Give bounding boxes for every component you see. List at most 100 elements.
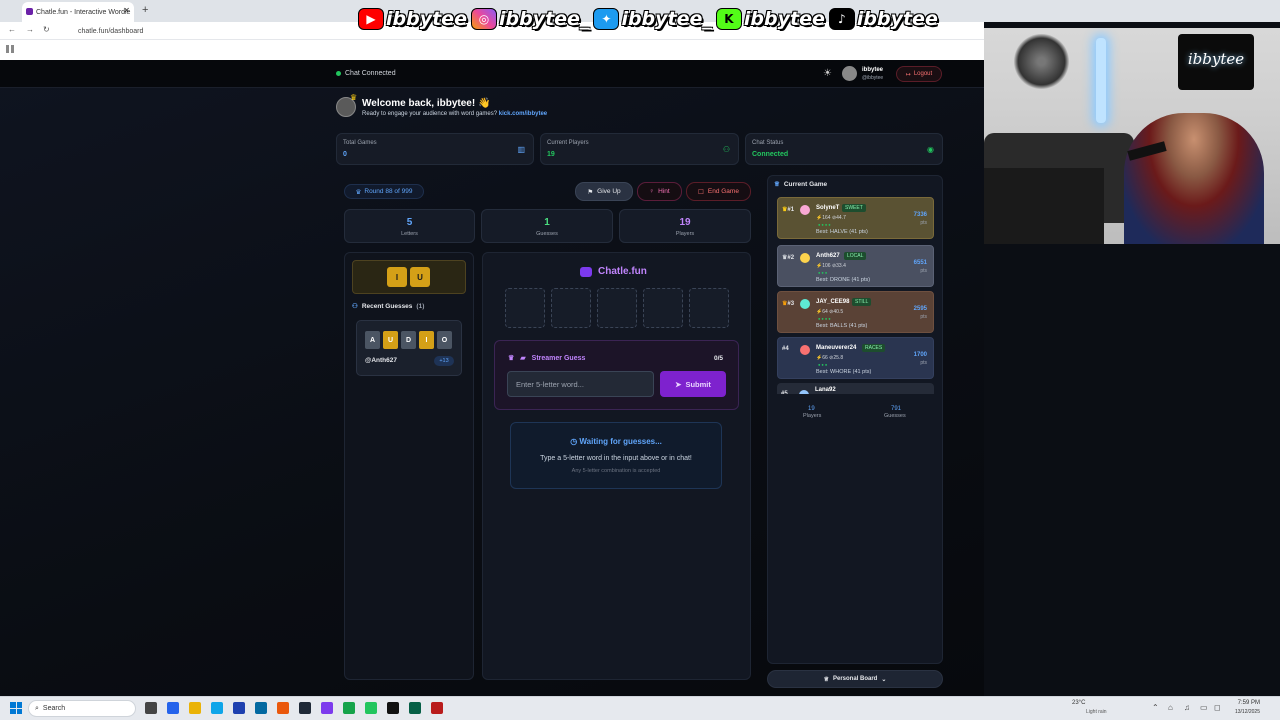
summary-guesses-count: 791	[891, 406, 902, 412]
apps-grid-icon[interactable]	[6, 45, 14, 53]
player-name: Maneuverer24	[816, 345, 857, 351]
clock-time[interactable]: 7:59 PM	[1228, 700, 1260, 706]
discord-icon[interactable]	[321, 702, 333, 714]
guess-tile: I	[419, 331, 434, 349]
leaderboard-row[interactable]: #5 Lana92	[777, 383, 934, 394]
end-game-button[interactable]: ☐ End Game	[686, 182, 751, 201]
user-handle: @ibbytee	[862, 75, 884, 81]
file-explorer-icon[interactable]	[189, 702, 201, 714]
controller-icon: ▰	[520, 355, 526, 362]
chat-status: Chat Connected	[336, 70, 396, 77]
avatar	[800, 205, 810, 215]
terminal-icon[interactable]	[409, 702, 421, 714]
forward-icon[interactable]: →	[26, 25, 34, 34]
chrome-icon[interactable]	[365, 702, 377, 714]
users-icon: ⚇	[352, 303, 358, 310]
chat-status-text: Chat Connected	[345, 70, 396, 77]
user-name: ibbytee	[862, 67, 884, 73]
clock-icon: ◷	[570, 437, 578, 446]
rank: ♛#1	[782, 206, 794, 213]
neon-sign-text: ibbytee	[1187, 50, 1245, 68]
reload-icon[interactable]: ↻	[43, 25, 50, 34]
guess-input[interactable]	[507, 371, 654, 397]
weather-temp[interactable]: 23°C	[1072, 700, 1085, 706]
user-icon: ⚇	[722, 145, 730, 154]
copilot-icon[interactable]	[167, 702, 179, 714]
webcam-overlay: ibbytee	[984, 28, 1280, 244]
spotify-icon[interactable]	[343, 702, 355, 714]
outlook-icon[interactable]	[255, 702, 267, 714]
personal-board-button[interactable]: ♕ Personal Board ⌄	[767, 670, 943, 688]
summary-players-count: 19	[808, 406, 815, 412]
logout-label: Logout	[913, 71, 933, 77]
theme-toggle-icon[interactable]: ☀	[823, 68, 832, 79]
instagram-handle: ◎ ibbytee_	[470, 8, 590, 30]
new-tab-icon[interactable]: +	[142, 4, 148, 16]
notification-icon[interactable]: ◻	[1214, 703, 1221, 712]
left-panel	[344, 252, 474, 680]
leaderboard-list[interactable]: ♛#1 SolyneT SWEET ⚡164 ⊘44.7 ●●●● Best: …	[777, 197, 935, 394]
info-label: Players	[675, 231, 695, 237]
crown-icon: ♛	[350, 93, 358, 102]
crown-icon: ♛	[508, 355, 515, 362]
close-tab-icon[interactable]: ✕	[123, 6, 130, 15]
store-icon[interactable]	[233, 702, 245, 714]
steam-icon[interactable]	[299, 702, 311, 714]
browser-tab[interactable]: Chatle.fun - Interactive Wordle ✕	[22, 2, 134, 22]
windows-start-icon[interactable]	[10, 702, 22, 714]
recent-count: (1)	[416, 302, 425, 310]
logo-icon	[580, 266, 592, 277]
tiktok-handle: ♪ ibbytee	[828, 8, 938, 30]
hint-button[interactable]: ♀ Hint	[637, 182, 682, 201]
leaderboard-row[interactable]: ♛#1 SolyneT SWEET ⚡164 ⊘44.7 ●●●● Best: …	[777, 197, 934, 239]
points-label: pts	[920, 220, 927, 226]
twitter-icon: ✦	[593, 8, 620, 30]
network-icon[interactable]: ⌂	[1168, 703, 1173, 712]
found-letters-box	[352, 260, 466, 294]
empty-tile	[689, 288, 729, 328]
instagram-text: ibbytee_	[498, 8, 590, 30]
leaderboard-row[interactable]: ♛#3 JAY_CEE98 STILL ⚡64 ⊘40.5 ●●●● Best:…	[777, 291, 934, 333]
rank: #4	[782, 346, 789, 352]
submit-button[interactable]: ➤ Submit	[660, 371, 726, 397]
leaderboard-row[interactable]: #4 Maneuverer24 RACES ⚡66 ⊘25.8 ●●● Best…	[777, 337, 934, 379]
back-icon[interactable]: ←	[8, 25, 16, 34]
avatar	[799, 390, 809, 394]
streamer-title-text: Streamer Guess	[531, 354, 586, 362]
chatle-logo: Chatle.fun	[580, 266, 647, 277]
task-view-icon[interactable]	[145, 702, 157, 714]
socials-banner: ▶ ibbytee ◎ ibbytee_ ✦ ibbytee_ Kibbytee ♪ i…	[358, 4, 938, 34]
stat-current-players: Current Players 19 ⚇	[540, 133, 739, 165]
edge-icon[interactable]	[211, 702, 223, 714]
streamer-image	[1124, 113, 1264, 244]
welcome-subtitle: Ready to engage your audience with word …	[362, 111, 547, 117]
brave-icon[interactable]	[277, 702, 289, 714]
recent-guess-user: @Anth627	[365, 357, 397, 364]
volume-icon[interactable]: ♫	[1184, 703, 1190, 712]
weather-desc: Light rain	[1086, 709, 1107, 715]
channel-link[interactable]: kick.com/ibbytee	[499, 111, 547, 117]
app-icon[interactable]	[431, 702, 443, 714]
last-word-badge: SWEET	[842, 204, 866, 212]
streamer-guess-title: ♛ ▰ Streamer Guess	[508, 354, 586, 363]
give-up-button[interactable]: ⚑ Give Up	[575, 182, 633, 201]
twitter-handle: ✦ ibbytee_	[593, 8, 712, 30]
leaderboard-row[interactable]: ♛#2 Anth627 LOCAL ⚡106 ⊘33.4 ●●● Best: D…	[777, 245, 934, 287]
avatar	[800, 299, 810, 309]
logout-button[interactable]: ↦ Logout	[896, 66, 942, 82]
favicon-icon	[26, 8, 33, 15]
stat-total-games: Total Games 0 ▥	[336, 133, 534, 165]
welcome-subtitle-text: Ready to engage your audience with word …	[362, 111, 498, 117]
avatar[interactable]	[842, 66, 857, 81]
tray-chevron-icon[interactable]: ⌃	[1152, 703, 1159, 712]
player-points: 7336	[913, 212, 927, 218]
personal-board-label: Personal Board	[833, 676, 878, 682]
recent-guess-points: +13	[434, 356, 454, 366]
trophy-icon: ♕	[823, 676, 829, 683]
taskbar-search[interactable]: ⌕ Search	[28, 700, 136, 717]
points-label: pts	[920, 360, 927, 366]
stat-value: 0	[343, 151, 347, 158]
battery-icon[interactable]: ▭	[1200, 703, 1208, 712]
best-word: Best: DRONE (41 pts)	[816, 277, 871, 283]
obs-icon[interactable]	[387, 702, 399, 714]
